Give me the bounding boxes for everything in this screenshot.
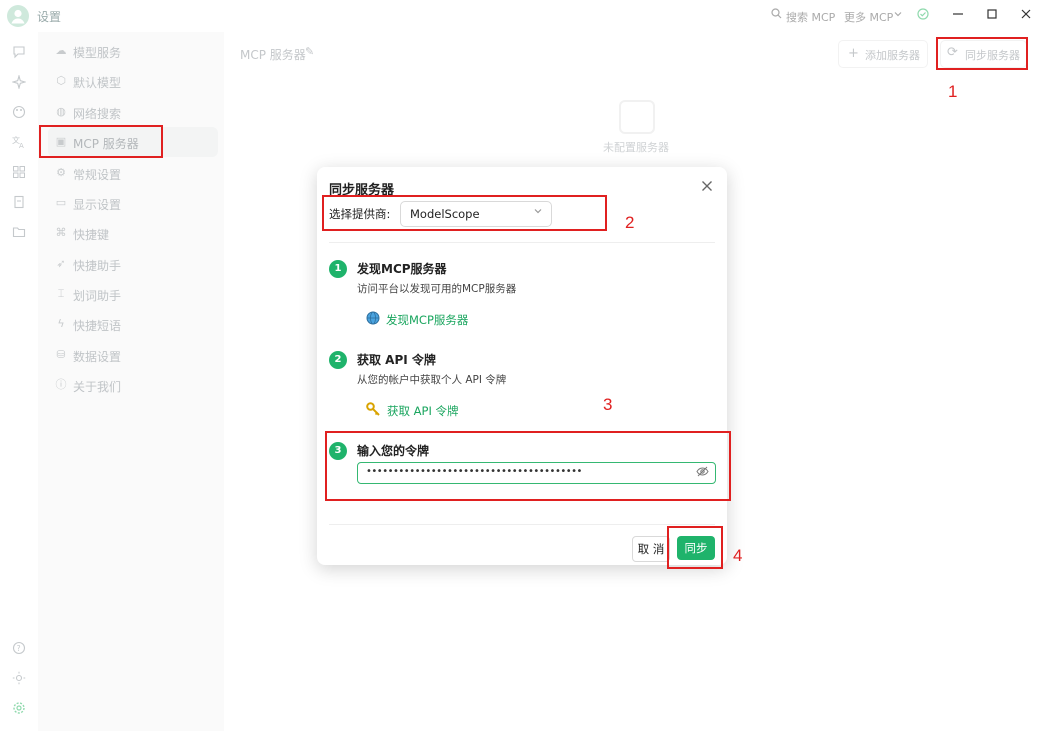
brightness-icon[interactable]: [11, 671, 27, 687]
add-server-label: 添加服务器: [865, 49, 920, 62]
plus-icon: +: [848, 46, 859, 61]
page-title: MCP 服务器: [240, 48, 306, 62]
zap-icon: ϟ: [57, 317, 65, 330]
globe-icon: ◍: [56, 105, 66, 118]
menu-item-model-service[interactable]: ☁ 模型服务: [48, 36, 218, 66]
apps-icon[interactable]: [11, 165, 27, 181]
empty-state-text: 未配置服务器: [603, 141, 669, 154]
menu-item-label: 快捷键: [73, 228, 110, 242]
edit-icon[interactable]: ✎: [305, 45, 314, 58]
info-icon: ⓘ: [55, 378, 67, 391]
menu-item-quick-phrases[interactable]: ϟ 快捷短语: [48, 309, 218, 339]
step-title: 获取 API 令牌: [357, 353, 436, 367]
rocket-icon: ➶: [56, 257, 66, 270]
step-description: 从您的帐户中获取个人 API 令牌: [357, 374, 507, 386]
monitor-icon: ▭: [55, 196, 67, 209]
globe-icon: [366, 311, 380, 329]
add-server-button[interactable]: + 添加服务器: [838, 40, 928, 68]
folder-icon[interactable]: [11, 225, 27, 241]
close-icon[interactable]: [698, 178, 716, 196]
menu-item-label: 划词助手: [73, 289, 122, 303]
menu-item-default-model[interactable]: ⬡ 默认模型: [48, 66, 218, 96]
help-icon[interactable]: ?: [11, 641, 27, 657]
step-number: 1: [329, 260, 347, 278]
minimize-icon[interactable]: [948, 6, 968, 26]
chevron-down-icon[interactable]: [893, 8, 903, 22]
annotation-number: 2: [625, 213, 635, 232]
menu-item-general-settings[interactable]: ⚙ 常规设置: [48, 158, 218, 188]
search-mcp-button[interactable]: 搜索 MCP: [786, 9, 835, 25]
cancel-button[interactable]: 取 消: [632, 536, 670, 562]
menu-item-about[interactable]: ⓘ 关于我们: [48, 370, 218, 400]
menu-item-label: 关于我们: [73, 380, 122, 394]
database-icon: ⛁: [56, 348, 66, 361]
annotation-box-3: [325, 431, 731, 501]
empty-inbox-icon: [619, 100, 655, 134]
close-icon[interactable]: [1016, 6, 1036, 26]
menu-item-label: 快捷短语: [73, 319, 122, 333]
app-title: 设置: [37, 10, 62, 24]
menu-item-display-settings[interactable]: ▭ 显示设置: [48, 188, 218, 218]
settings-icon[interactable]: [11, 701, 27, 717]
menu-item-label: 默认模型: [73, 76, 122, 90]
get-api-token-link[interactable]: 获取 API 令牌: [387, 403, 459, 419]
translate-icon[interactable]: 文A: [11, 135, 27, 151]
discover-mcp-link[interactable]: 发现MCP服务器: [386, 312, 468, 328]
command-icon: ⌘: [55, 226, 67, 239]
annotation-box-2: [322, 195, 607, 231]
menu-item-label: 网络搜索: [73, 107, 122, 121]
menu-item-label: 快捷助手: [73, 259, 122, 273]
files-icon[interactable]: [11, 195, 27, 211]
sliders-icon: ⚙: [56, 166, 66, 179]
menu-item-label: 模型服务: [73, 46, 122, 60]
cloud-icon: ☁: [55, 44, 67, 57]
avatar[interactable]: [7, 5, 29, 27]
divider: [329, 524, 715, 525]
cube-icon: ⬡: [56, 74, 66, 87]
sparkle-icon[interactable]: [10, 73, 28, 91]
svg-text:?: ?: [17, 644, 21, 653]
menu-item-label: 显示设置: [73, 198, 122, 212]
svg-text:A: A: [19, 142, 24, 149]
chat-icon[interactable]: [11, 45, 27, 61]
key-icon: [366, 402, 381, 421]
step-description: 访问平台以发现可用的MCP服务器: [357, 283, 517, 295]
check-circle-icon: [917, 8, 929, 23]
maximize-icon[interactable]: [982, 6, 1002, 26]
menu-item-quick-assistant[interactable]: ➶ 快捷助手: [48, 249, 218, 279]
step-title: 发现MCP服务器: [357, 262, 447, 276]
annotation-number: 3: [603, 395, 613, 414]
palette-icon[interactable]: [11, 105, 27, 121]
annotation-number: 1: [948, 82, 958, 101]
annotation-box-menu: [39, 125, 163, 158]
annotation-box-4: [667, 526, 723, 569]
menu-item-data-settings[interactable]: ⛁ 数据设置: [48, 340, 218, 370]
annotation-box-1: [936, 37, 1028, 70]
step-number: 2: [329, 351, 347, 369]
menu-item-selection-assistant[interactable]: ⌶ 划词助手: [48, 279, 218, 309]
menu-item-shortcuts[interactable]: ⌘ 快捷键: [48, 218, 218, 248]
divider: [329, 242, 715, 243]
menu-item-web-search[interactable]: ◍ 网络搜索: [48, 97, 218, 127]
text-select-icon: ⌶: [57, 287, 65, 300]
menu-item-label: 数据设置: [73, 350, 122, 364]
search-icon: [771, 8, 782, 22]
annotation-number: 4: [733, 546, 743, 565]
more-mcp-button[interactable]: 更多 MCP: [844, 9, 893, 25]
menu-item-label: 常规设置: [73, 168, 122, 182]
